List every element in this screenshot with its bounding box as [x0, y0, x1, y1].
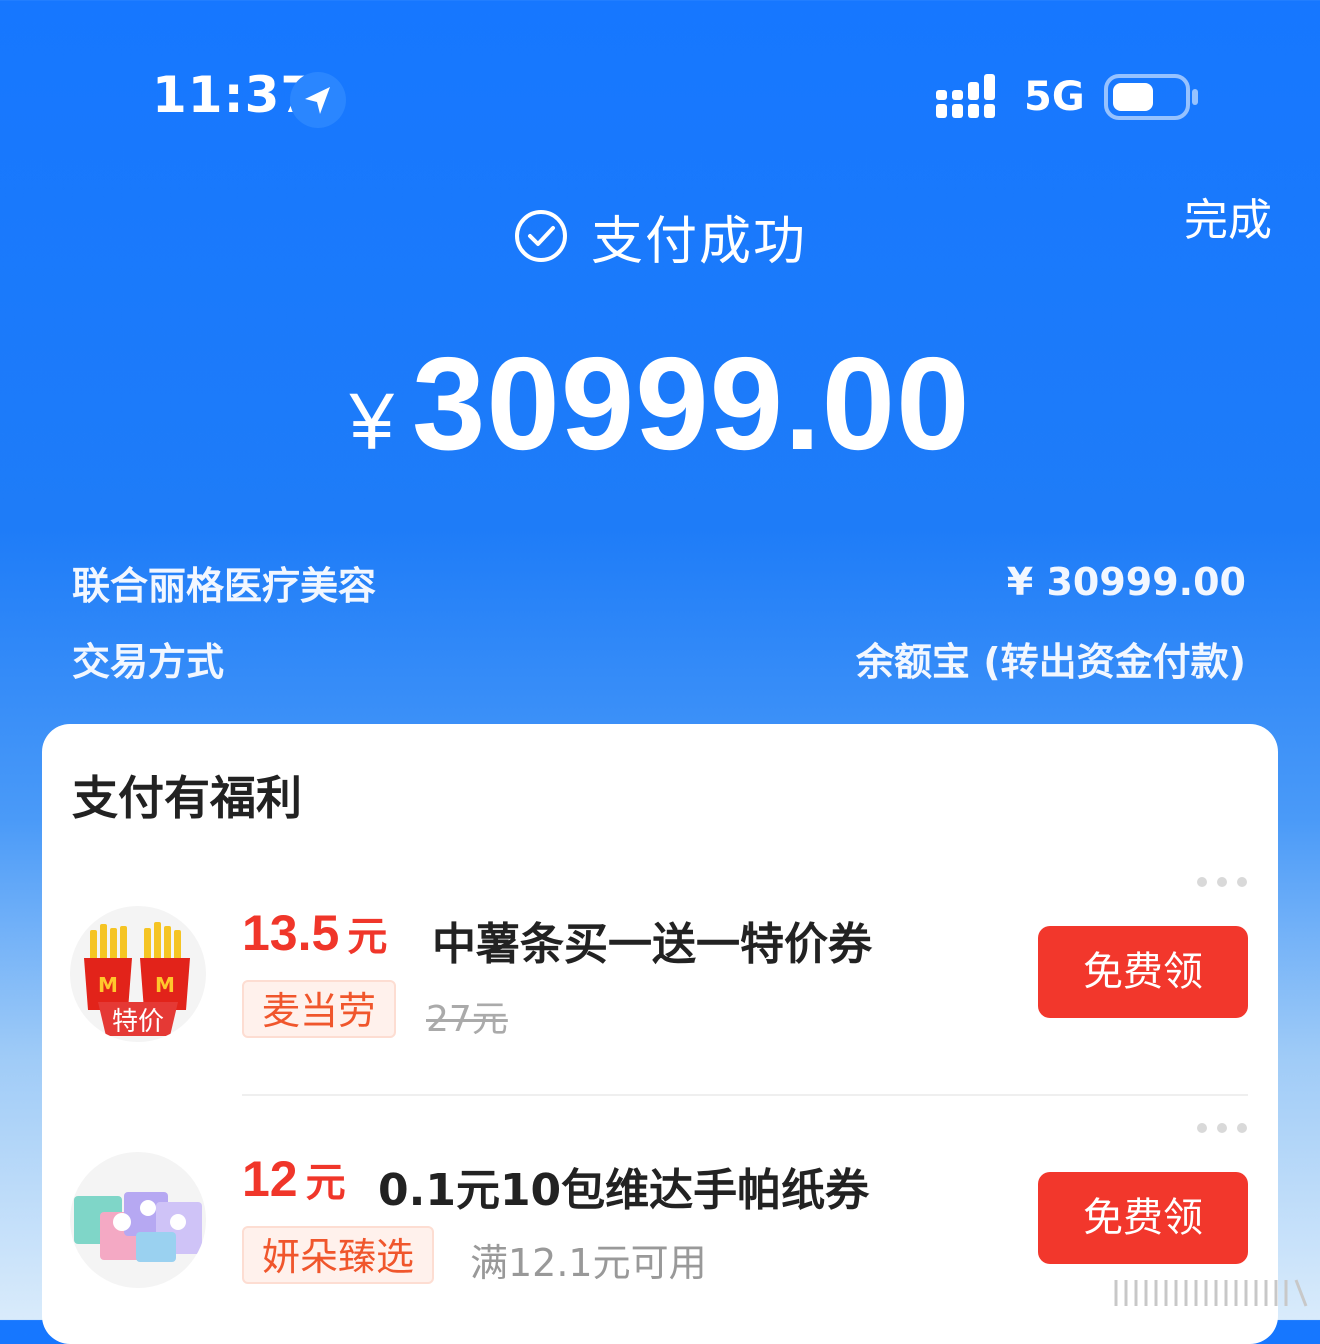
svg-text:M: M [98, 973, 118, 997]
merchant-tag: 麦当劳 [242, 980, 397, 1038]
coupon-price: 12 元 [242, 1150, 346, 1208]
battery-icon [1104, 74, 1200, 120]
merchant-tag: 妍朵臻选 [242, 1226, 435, 1284]
coupon-price-value: 13.5 [242, 905, 340, 961]
coupon-price-value: 12 [242, 1151, 298, 1207]
more-dots-icon[interactable] [1196, 876, 1248, 888]
merchant-name: 联合丽格医疗美容 [72, 563, 377, 608]
fries-icon[interactable]: M M 特价 [70, 906, 206, 1042]
coupon-title[interactable]: 0.1元10包维达手帕纸券 [378, 1154, 869, 1218]
divider [242, 1094, 1248, 1096]
payment-success-heading: 支付成功 [0, 200, 1320, 272]
svg-text:M: M [155, 973, 175, 997]
usage-condition: 满12.1元可用 [470, 1241, 707, 1285]
coupon-title[interactable]: 中薯条买一送一特价券 [432, 908, 872, 972]
paid-amount: ¥ 30999.00 [0, 328, 1320, 477]
coupon-price-unit: 元 [305, 1161, 346, 1205]
amount-currency: ¥ [349, 377, 394, 466]
check-circle-icon [514, 210, 567, 262]
coupon-price-unit: 元 [347, 915, 388, 959]
merchant-amount: ¥ 30999.00 [1006, 560, 1246, 604]
claim-button[interactable]: 免费领 [1038, 1172, 1248, 1264]
watermark-icon [1114, 1279, 1308, 1307]
thumb-badge: 特价 [112, 1007, 164, 1037]
network-label: 5G [1024, 74, 1085, 120]
success-label: 支付成功 [590, 211, 807, 272]
tissue-pack-icon[interactable] [70, 1152, 206, 1288]
payment-method-label: 交易方式 [72, 639, 225, 684]
amount-value: 30999.00 [411, 330, 971, 477]
signal-icon [936, 74, 1004, 120]
payment-method-value: 余额宝 (转出资金付款) [856, 639, 1246, 684]
benefits-card: 支付有福利 M M 特价 13.5 元 中薯条买一送一特价券 麦当劳 27元 免费… [42, 724, 1278, 1344]
claim-button[interactable]: 免费领 [1038, 926, 1248, 1018]
coupon-price: 13.5 元 [242, 904, 387, 962]
original-price: 27元 [426, 999, 508, 1040]
benefits-title: 支付有福利 [72, 771, 302, 825]
payment-method-row: 交易方式 余额宝 (转出资金付款) [72, 628, 1246, 688]
location-arrow-icon [290, 72, 346, 128]
merchant-row: 联合丽格医疗美容 ¥ 30999.00 [72, 552, 1246, 612]
more-dots-icon[interactable] [1196, 1122, 1248, 1134]
